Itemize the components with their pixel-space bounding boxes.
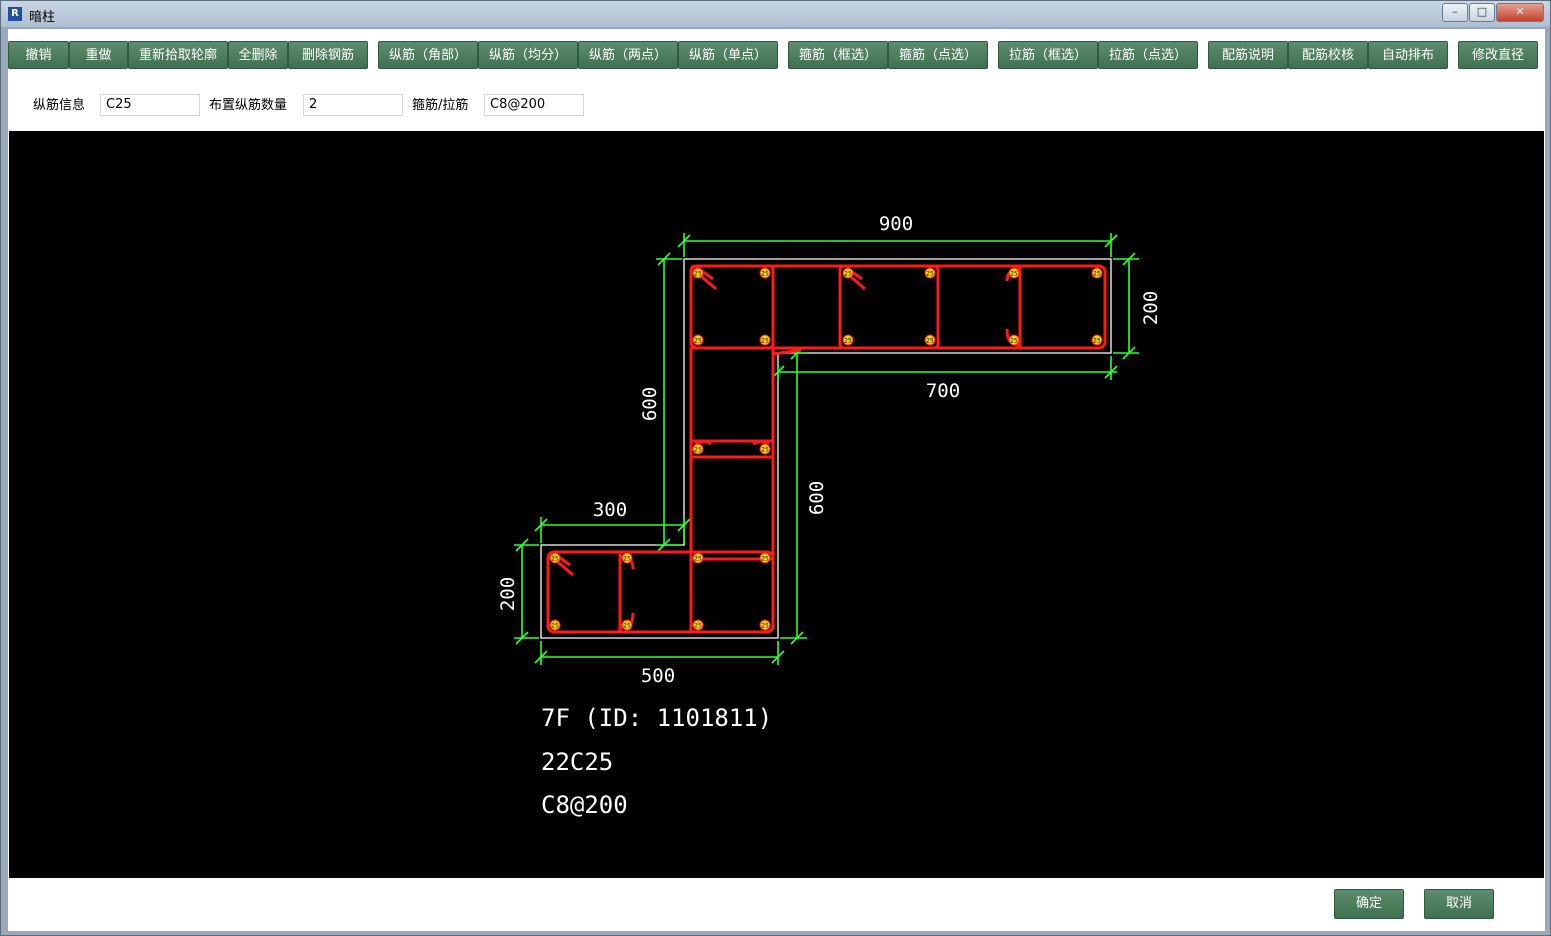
rebar-dot-label: 25	[694, 447, 702, 454]
rebar-dot-label: 25	[761, 338, 769, 345]
rebar-check-button[interactable]: 配筋校核	[1288, 41, 1368, 69]
dim-mid-700: 700	[926, 380, 960, 402]
dim-bottom-500: 500	[641, 665, 675, 687]
dim-right-600: 600	[806, 481, 828, 515]
undo-button[interactable]: 撤销	[8, 41, 69, 69]
rebar-dot-label: 25	[694, 556, 702, 563]
rebar-dot-label: 25	[1093, 338, 1101, 345]
stirrup-tie-label: 箍筋/拉筋	[412, 98, 469, 113]
dim-left-600: 600	[639, 387, 661, 421]
dimension-lines	[514, 233, 1139, 665]
section-notes: 7F (ID: 1101811) 22C25 C8@200	[541, 704, 772, 819]
rebar-dot-label: 25	[1093, 271, 1101, 278]
rebar-count-input[interactable]: 2	[303, 94, 403, 116]
input-fields-row: 纵筋信息 C25 布置纵筋数量 2 箍筋/拉筋 C8@200	[8, 92, 1545, 122]
rebar-dot-label: 25	[926, 271, 934, 278]
cancel-button[interactable]: 取消	[1424, 889, 1494, 919]
stirrups	[546, 264, 1107, 634]
dim-left-200: 200	[497, 577, 519, 611]
auto-layout-button[interactable]: 自动排布	[1368, 41, 1448, 69]
rebar-count-label: 布置纵筋数量	[209, 98, 288, 113]
column-section-drawing: 900 200 700 600 600 300 200 500 25 25 25…	[497, 213, 1162, 819]
note-floor-id: 7F (ID: 1101811)	[541, 704, 772, 732]
dialog-window: R 暗柱 – □ ✕ 撤销 重做 重新拾取轮廓 全删除 删除钢筋 纵筋（角部） …	[0, 0, 1551, 936]
rebar-dot-label: 25	[1010, 338, 1018, 345]
rebar-dot-label: 25	[694, 623, 702, 630]
stirrup-box-select-button[interactable]: 箍筋（框选）	[788, 41, 888, 69]
redo-button[interactable]: 重做	[69, 41, 128, 69]
minimize-icon[interactable]: –	[1442, 3, 1468, 22]
rebar-dot-label: 25	[1010, 271, 1018, 278]
drawing-canvas[interactable]: 900 200 700 600 600 300 200 500 25 25 25…	[9, 131, 1544, 878]
long-rebar-even-button[interactable]: 纵筋（均分）	[478, 41, 578, 69]
rebar-dot-label: 25	[926, 338, 934, 345]
ok-button[interactable]: 确定	[1334, 889, 1404, 919]
tie-point-select-button[interactable]: 拉筋（点选）	[1098, 41, 1198, 69]
column-outline	[540, 258, 1112, 639]
note-long-rebar: 22C25	[541, 748, 613, 776]
long-rebar-info-label: 纵筋信息	[33, 98, 86, 113]
long-rebar-single-point-button[interactable]: 纵筋（单点）	[678, 41, 778, 69]
rebar-dot-label: 25	[761, 623, 769, 630]
dim-top-900: 900	[879, 213, 913, 235]
window-title: 暗柱	[29, 10, 56, 25]
maximize-icon[interactable]: □	[1469, 3, 1495, 22]
rebar-dot-label: 25	[623, 556, 631, 563]
delete-rebar-button[interactable]: 删除钢筋	[288, 41, 368, 69]
rebar-dot-label: 25	[623, 623, 631, 630]
repick-outline-button[interactable]: 重新拾取轮廓	[128, 41, 228, 69]
toolbar: 撤销 重做 重新拾取轮廓 全删除 删除钢筋 纵筋（角部） 纵筋（均分） 纵筋（两…	[8, 41, 1545, 71]
rebar-dot-label: 25	[694, 271, 702, 278]
rebar-dot-label: 25	[551, 623, 559, 630]
dim-right-200: 200	[1140, 291, 1162, 325]
rebar-dot-label: 25	[761, 447, 769, 454]
note-stirrup: C8@200	[541, 791, 628, 819]
app-icon: R	[8, 7, 22, 21]
delete-all-button[interactable]: 全删除	[228, 41, 288, 69]
long-rebar-info-input[interactable]: C25	[100, 94, 200, 116]
long-rebar-corner-button[interactable]: 纵筋（角部）	[378, 41, 478, 69]
dimension-labels: 900 200 700 600 600 300 200 500	[497, 213, 1162, 687]
rebar-description-button[interactable]: 配筋说明	[1208, 41, 1288, 69]
long-rebar-two-point-button[interactable]: 纵筋（两点）	[578, 41, 678, 69]
tie-box-select-button[interactable]: 拉筋（框选）	[998, 41, 1098, 69]
rebar-dot-label: 25	[844, 271, 852, 278]
stirrup-point-select-button[interactable]: 箍筋（点选）	[888, 41, 988, 69]
dialog-client: 撤销 重做 重新拾取轮廓 全删除 删除钢筋 纵筋（角部） 纵筋（均分） 纵筋（两…	[8, 29, 1545, 931]
dim-300: 300	[593, 499, 627, 521]
close-icon[interactable]: ✕	[1496, 3, 1544, 22]
title-bar[interactable]: R 暗柱 – □ ✕	[1, 1, 1550, 27]
rebar-dot-label: 25	[551, 556, 559, 563]
modify-diameter-button[interactable]: 修改直径	[1458, 41, 1538, 69]
rebar-dot-label: 25	[761, 271, 769, 278]
rebar-dot-label: 25	[844, 338, 852, 345]
stirrup-tie-input[interactable]: C8@200	[484, 94, 584, 116]
rebar-dot-label: 25	[761, 556, 769, 563]
rebar-dot-label: 25	[694, 338, 702, 345]
